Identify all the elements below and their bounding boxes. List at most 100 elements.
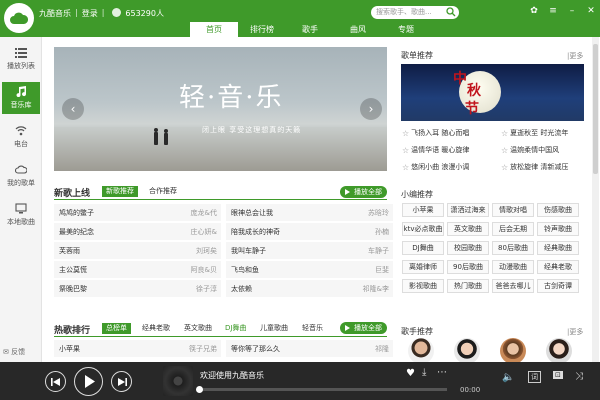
- tab-cooperation-rec[interactable]: 合作推荐: [145, 186, 181, 197]
- tab-chart-dj[interactable]: DJ舞曲: [221, 323, 250, 334]
- play-all-chart-button[interactable]: 播放全部: [340, 322, 387, 334]
- prev-button[interactable]: [45, 371, 66, 392]
- tag-chip[interactable]: 热门歌曲: [447, 279, 489, 293]
- list-item[interactable]: ☆ 夏逝秋至 时光流年: [501, 128, 568, 138]
- tab-chart-light[interactable]: 轻音乐: [298, 323, 327, 334]
- table-row[interactable]: 祭晚巴黎 徐子淳: [54, 280, 221, 298]
- login-link[interactable]: 登录: [82, 8, 98, 19]
- tab-chart-children[interactable]: 儿童歌曲: [256, 323, 292, 334]
- tag-chip[interactable]: 英文歌曲: [447, 222, 489, 236]
- close-icon[interactable]: ✕: [586, 6, 596, 16]
- table-row[interactable]: 飞鸟和鱼 巨斐: [226, 261, 393, 279]
- volume-icon[interactable]: 🔈: [502, 372, 514, 383]
- sidebar-item-playlist[interactable]: 播放列表: [2, 43, 40, 75]
- tag-chip[interactable]: 爸爸去哪儿: [492, 279, 534, 293]
- avatar[interactable]: [546, 338, 572, 364]
- list-item[interactable]: ☆ 飞扬入耳 随心而唱: [402, 128, 469, 138]
- more-icon[interactable]: ⋯: [437, 367, 447, 378]
- minimize-icon[interactable]: –: [567, 6, 577, 16]
- sidebar-item-local-songs[interactable]: 本地歌曲: [2, 199, 40, 231]
- album-cover[interactable]: [163, 366, 193, 396]
- tag-chip[interactable]: 古剑奇谭: [537, 279, 579, 293]
- table-row[interactable]: 鸠鸠的鳖子 庞龙&代: [54, 204, 221, 222]
- computer-icon: [15, 203, 27, 214]
- banner-title: 轻·音·乐: [179, 83, 284, 113]
- playlist-banner[interactable]: 中 秋 节: [401, 64, 584, 121]
- scrollbar-thumb[interactable]: [593, 44, 598, 174]
- tab-topics[interactable]: 专题: [382, 22, 430, 37]
- progress-knob[interactable]: [196, 386, 203, 393]
- song-name: 太依赖: [231, 284, 252, 293]
- table-row[interactable]: 太依赖 祁隆&李: [226, 280, 393, 298]
- play-button[interactable]: [74, 367, 103, 396]
- table-row[interactable]: 主公莫慌 阿良&贝: [54, 261, 221, 279]
- tab-chart-all[interactable]: 总榜单: [102, 323, 131, 334]
- song-name: 陪我成长的神奇: [231, 227, 280, 236]
- playlist-rec-more-link[interactable]: |更多: [567, 51, 583, 61]
- tab-chart-classic[interactable]: 经典老歌: [138, 323, 174, 334]
- scrollbar[interactable]: [592, 37, 599, 362]
- next-button[interactable]: [111, 371, 132, 392]
- lyrics-icon[interactable]: 词: [528, 371, 541, 383]
- tab-new-song-rec[interactable]: 新歌推荐: [102, 186, 138, 197]
- tag-chip[interactable]: 小苹果: [402, 203, 444, 217]
- table-row[interactable]: 我叫车静子 车静子: [226, 242, 393, 260]
- list-item[interactable]: ☆ 悠闲小曲 浪漫小调: [402, 162, 469, 172]
- tag-chip[interactable]: DJ舞曲: [402, 241, 444, 255]
- tag-chip[interactable]: 潇洒过海来: [447, 203, 489, 217]
- tab-genres[interactable]: 曲风: [334, 22, 382, 37]
- shuffle-icon[interactable]: ⤨: [575, 371, 583, 382]
- tag-chip[interactable]: ktv必点歌曲: [402, 222, 444, 236]
- star-icon: ☆: [501, 128, 509, 138]
- song-artist: 刘珂矣: [196, 246, 217, 255]
- tab-charts[interactable]: 排行榜: [238, 22, 286, 37]
- heart-icon[interactable]: ♥: [406, 368, 415, 379]
- list-item[interactable]: ☆ 温婉柔情中国风: [501, 145, 559, 155]
- tag-chip[interactable]: 后会无期: [492, 222, 534, 236]
- table-row[interactable]: 等你等了那么久 祁隆: [226, 340, 393, 358]
- tag-chip[interactable]: 动漫歌曲: [492, 260, 534, 274]
- app-logo[interactable]: [4, 3, 34, 33]
- sidebar-item-my-playlists[interactable]: 我的歌单: [2, 160, 40, 192]
- table-row[interactable]: 最美的纪念 庄心妍&: [54, 223, 221, 241]
- tag-chip[interactable]: 情歌对唱: [492, 203, 534, 217]
- table-row[interactable]: 芙蓉雨 刘珂矣: [54, 242, 221, 260]
- banner-prev-button[interactable]: ‹: [62, 98, 84, 120]
- sidebar-item-library[interactable]: 音乐库: [2, 82, 40, 114]
- tag-chip[interactable]: 伤感歌曲: [537, 203, 579, 217]
- previous-icon: [50, 377, 60, 386]
- avatar[interactable]: [454, 338, 480, 364]
- cloud-icon: [10, 12, 28, 24]
- progress-bar[interactable]: [196, 386, 447, 393]
- tag-chip[interactable]: 铃声歌曲: [537, 222, 579, 236]
- feedback-link[interactable]: ✉ 反馈: [3, 347, 25, 357]
- singer-rec-more-link[interactable]: |更多: [567, 327, 583, 337]
- banner-next-button[interactable]: ›: [360, 98, 382, 120]
- tag-chip[interactable]: 80后歌曲: [492, 241, 534, 255]
- sidebar-item-radio[interactable]: 电台: [2, 121, 40, 153]
- tab-chart-english[interactable]: 英文歌曲: [180, 323, 216, 334]
- tag-chip[interactable]: 校园歌曲: [447, 241, 489, 255]
- menu-icon[interactable]: ≡: [548, 6, 558, 16]
- avatar[interactable]: [408, 338, 434, 364]
- list-item[interactable]: ☆ 放松旋律 清新减压: [501, 162, 568, 172]
- skin-icon[interactable]: ✿: [529, 6, 539, 16]
- search-icon[interactable]: [446, 7, 456, 17]
- play-all-new-button[interactable]: 播放全部: [340, 186, 387, 198]
- tag-chip[interactable]: 90后歌曲: [447, 260, 489, 274]
- hero-banner[interactable]: 轻·音·乐 闭上眼 享受这理想真的天籁 ‹ ›: [54, 47, 387, 171]
- search-input[interactable]: 搜索歌手、歌曲...: [371, 6, 459, 19]
- tab-home[interactable]: 首页: [190, 22, 238, 37]
- tag-chip[interactable]: 离婚律师: [402, 260, 444, 274]
- tag-chip[interactable]: 经典歌曲: [537, 241, 579, 255]
- table-row[interactable]: 小苹果 筷子兄弟: [54, 340, 221, 358]
- table-row[interactable]: 眼神总会让我 苏晗玲: [226, 204, 393, 222]
- table-row[interactable]: 陪我成长的神奇 孙楠: [226, 223, 393, 241]
- avatar[interactable]: [500, 338, 526, 364]
- list-item[interactable]: ☆ 温情华语 暖心旋律: [402, 145, 469, 155]
- tag-chip[interactable]: 影视歌曲: [402, 279, 444, 293]
- tab-singers[interactable]: 歌手: [286, 22, 334, 37]
- tag-chip[interactable]: 经典老歌: [537, 260, 579, 274]
- mini-mode-icon[interactable]: ⊡: [553, 371, 563, 379]
- download-icon[interactable]: ⤓: [422, 367, 426, 378]
